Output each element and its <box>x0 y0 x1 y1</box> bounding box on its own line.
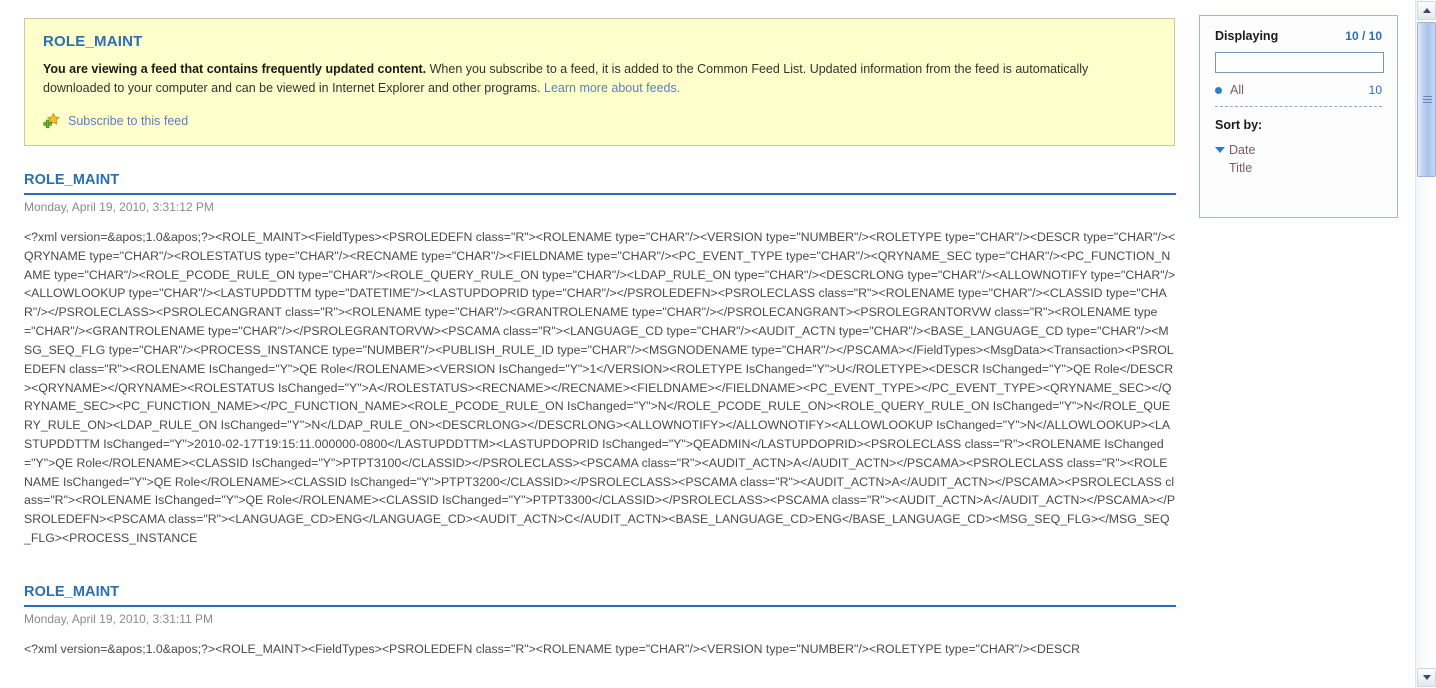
feed-entry-title[interactable]: ROLE_MAINT <box>24 584 1176 607</box>
filter-item-all[interactable]: All 10 <box>1215 83 1382 97</box>
feed-entry-body: <?xml version=&apos;1.0&apos;?><ROLE_MAI… <box>24 230 1176 545</box>
subscribe-to-this-feed-link[interactable]: Subscribe to this feed <box>68 114 188 128</box>
sort-by-label: Sort by: <box>1215 118 1263 132</box>
scrollbar-up-button[interactable] <box>1417 1 1436 20</box>
scrollbar-thumb[interactable] <box>1417 22 1436 177</box>
feed-search-input[interactable] <box>1215 52 1384 73</box>
feed-entry: ROLE_MAINT Monday, April 19, 2010, 3:31:… <box>24 172 1176 548</box>
feed-reader-page: ROLE_MAINT You are viewing a feed that c… <box>0 0 1436 688</box>
sort-option-title-label: Title <box>1229 161 1253 175</box>
chevron-up-icon <box>1422 8 1431 13</box>
sort-option-title[interactable]: Title <box>1215 159 1382 177</box>
feed-entry: ROLE_MAINT Monday, April 19, 2010, 3:31:… <box>24 584 1176 659</box>
feed-entry-list: ROLE_MAINT Monday, April 19, 2010, 3:31:… <box>24 172 1176 688</box>
learn-more-about-feeds-link[interactable]: Learn more about feeds. <box>544 81 680 95</box>
banner-description: You are viewing a feed that contains fre… <box>43 60 1156 99</box>
banner-bold-lead: You are viewing a feed that contains fre… <box>43 62 427 76</box>
selected-bullet-icon <box>1215 86 1222 94</box>
scrollbar-down-button[interactable] <box>1417 668 1436 687</box>
panel-divider <box>1215 106 1382 107</box>
displaying-label: Displaying <box>1215 29 1279 43</box>
add-to-favorites-star-icon <box>43 112 60 128</box>
displaying-row: Displaying 10 / 10 <box>1215 29 1382 43</box>
vertical-scrollbar[interactable] <box>1415 0 1436 688</box>
banner-feed-title: ROLE_MAINT <box>43 33 143 50</box>
filter-item-all-count: 10 <box>1368 83 1382 97</box>
scrollbar-grip-icon <box>1423 95 1432 104</box>
displaying-count: 10 / 10 <box>1345 29 1382 43</box>
feed-entry-date: Monday, April 19, 2010, 3:31:12 PM <box>24 200 214 214</box>
subscribe-row[interactable]: Subscribe to this feed <box>43 112 1156 129</box>
feed-filter-panel: Displaying 10 / 10 All 10 Sort by: Date … <box>1199 15 1398 218</box>
chevron-down-icon <box>1422 675 1431 680</box>
feed-info-banner: ROLE_MAINT You are viewing a feed that c… <box>24 18 1175 146</box>
chevron-down-icon <box>1214 147 1225 153</box>
sort-option-date[interactable]: Date <box>1214 141 1382 159</box>
filter-item-all-label: All <box>1230 83 1244 97</box>
feed-entry-title[interactable]: ROLE_MAINT <box>24 172 1176 195</box>
feed-entry-date: Monday, April 19, 2010, 3:31:11 PM <box>24 611 214 626</box>
feed-entry-body: <?xml version=&apos;1.0&apos;?><ROLE_MAI… <box>24 641 1080 656</box>
sort-options-list: Date Title <box>1214 141 1382 177</box>
sort-option-date-label: Date <box>1229 143 1256 157</box>
